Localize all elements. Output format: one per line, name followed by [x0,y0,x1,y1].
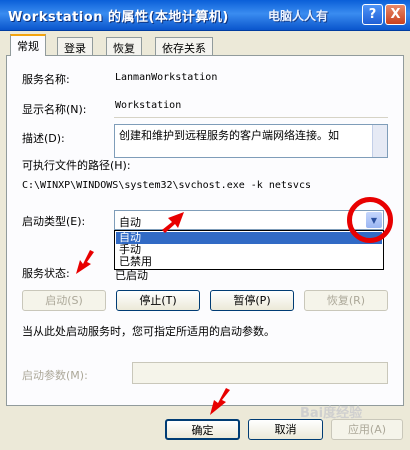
display-name-field[interactable]: Workstation [115,100,181,111]
tab-general[interactable]: 常规 [10,34,46,56]
display-name-underline [114,117,388,118]
resume-button[interactable]: 恢复(R) [304,290,388,311]
dropdown-option-auto[interactable]: 自动 [116,232,382,244]
watermark-bottom: Bai度经验 [300,406,363,421]
display-name-label: 显示名称(N): [22,103,87,116]
apply-button[interactable]: 应用(A) [331,419,403,440]
tab-label: 登录 [64,42,86,55]
description-label: 描述(D): [22,132,65,145]
description-text: 创建和维护到远程服务的客户端网络连接。如 [119,129,339,142]
tab-logon[interactable]: 登录 [57,37,93,55]
close-button[interactable]: X [385,4,406,25]
service-name-value: LanmanWorkstation [115,72,218,83]
window-title: Workstation 的属性(本地计算机) [8,10,229,25]
description-field[interactable]: 创建和维护到远程服务的客户端网络连接。如 [114,124,388,158]
exe-path-value: C:\WINXP\WINDOWS\system32\svchost.exe -k… [22,180,311,191]
watermark-top: 电脑人人有 [268,9,329,23]
dropdown-option-manual[interactable]: 手动 [116,244,382,256]
tab-label: 恢复 [113,42,135,55]
annotation-arrow-icon [76,250,94,274]
tab-recovery[interactable]: 恢复 [106,37,142,55]
annotation-circle [347,197,393,243]
hint-text: 当从此处启动服务时，您可指定所适用的启动参数。 [22,325,275,338]
startup-type-select[interactable]: 自动 ▼ [114,210,384,230]
startup-type-label: 启动类型(E): [22,215,86,228]
help-button[interactable]: ? [362,4,383,25]
start-params-label: 启动参数(M): [22,369,88,382]
help-icon: ? [368,7,377,22]
cancel-button[interactable]: 取消 [248,419,323,440]
tab-dependencies[interactable]: 依存关系 [155,37,213,55]
tab-label: 依存关系 [162,42,206,55]
pause-button[interactable]: 暂停(P) [210,290,294,311]
service-status-label: 服务状态: [22,267,70,280]
startup-type-value: 自动 [119,216,141,229]
startup-type-dropdown: 自动 手动 已禁用 [114,230,384,270]
ok-button[interactable]: 确定 [165,419,240,440]
stop-button[interactable]: 停止(T) [116,290,200,311]
annotation-arrow-icon [210,388,230,415]
exe-path-label: 可执行文件的路径(H): [22,159,131,172]
start-params-input[interactable] [132,362,388,384]
description-scrollbar[interactable] [372,125,387,157]
title-bar[interactable]: Workstation 的属性(本地计算机) 电脑人人有 ? X [0,0,410,31]
service-name-label: 服务名称: [22,73,70,86]
annotation-arrow-icon [162,212,184,233]
tab-label: 常规 [17,40,39,53]
close-icon: X [390,7,401,22]
start-button[interactable]: 启动(S) [22,290,106,311]
dropdown-option-disabled[interactable]: 已禁用 [116,256,382,268]
